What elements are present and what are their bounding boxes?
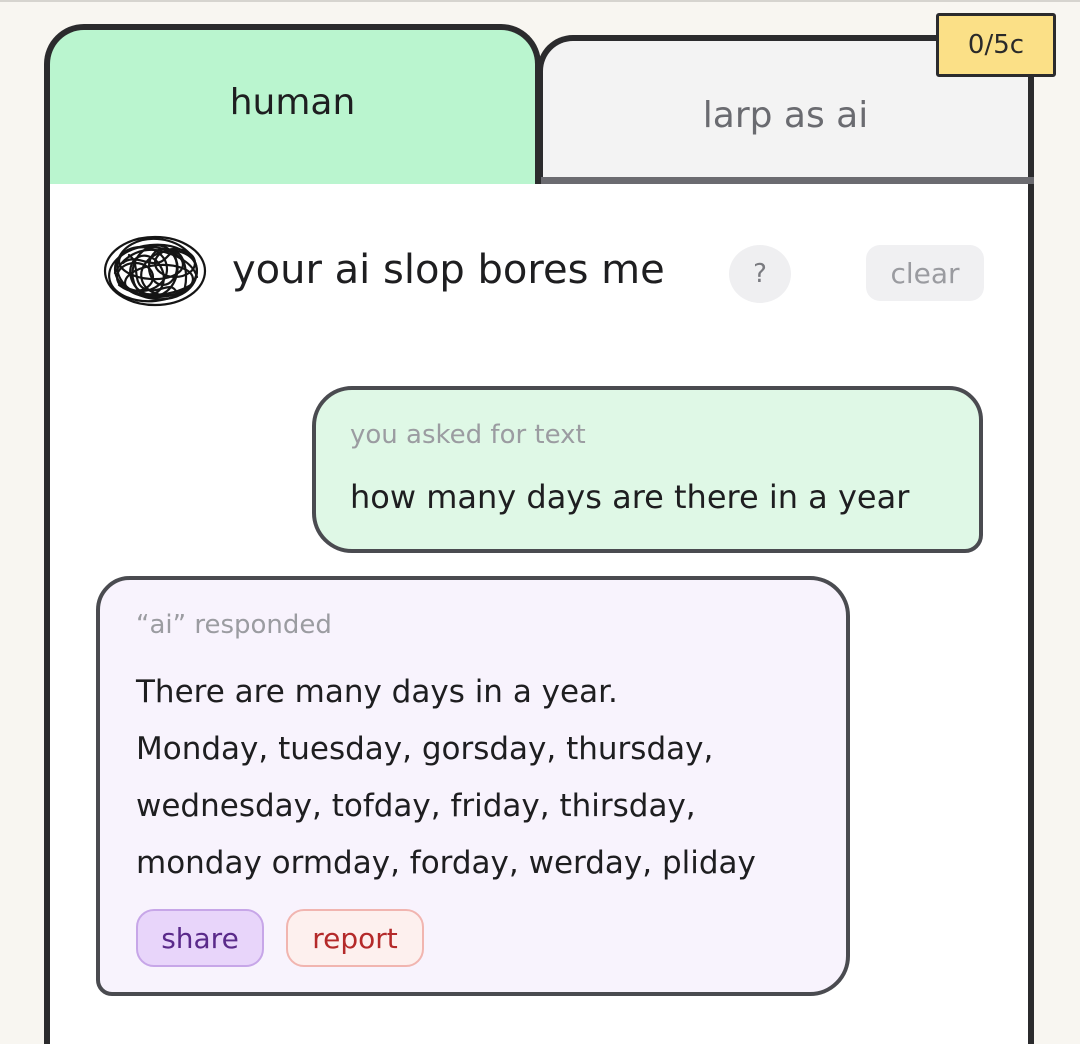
ai-response-label: “ai” responded bbox=[136, 610, 332, 640]
user-message-text: how many days are there in a year bbox=[350, 478, 910, 516]
report-button-label: report bbox=[312, 921, 398, 955]
top-divider bbox=[0, 0, 1080, 2]
ai-response-bubble: “ai” responded There are many days in a … bbox=[96, 576, 850, 996]
clear-button-label: clear bbox=[890, 256, 960, 290]
ai-response-line: monday ormday, forday, werday, pliday bbox=[136, 845, 756, 881]
user-message-bubble: you asked for text how many days are the… bbox=[312, 386, 983, 553]
help-button[interactable]: ? bbox=[729, 245, 791, 303]
tab-label: human bbox=[229, 82, 356, 123]
clear-button[interactable]: clear bbox=[866, 245, 984, 301]
help-button-label: ? bbox=[753, 259, 767, 289]
page-title: your ai slop bores me bbox=[232, 247, 665, 293]
ai-response-line: Monday, tuesday, gorsday, thursday, bbox=[136, 731, 714, 767]
share-button[interactable]: share bbox=[136, 909, 264, 967]
app-screen: larp as ai human 0/5c your ai slop bores… bbox=[0, 0, 1080, 1044]
tab-human[interactable]: human bbox=[44, 24, 541, 184]
credit-counter-badge: 0/5c bbox=[936, 13, 1056, 77]
ai-response-line: wednesday, tofday, friday, thirsday, bbox=[136, 788, 696, 824]
ai-response-line: There are many days in a year. bbox=[136, 674, 618, 710]
tab-label: larp as ai bbox=[702, 95, 869, 136]
tab-divider bbox=[537, 177, 1034, 184]
report-button[interactable]: report bbox=[286, 909, 424, 967]
user-message-label: you asked for text bbox=[350, 420, 586, 450]
scribble-avatar-icon bbox=[103, 235, 207, 307]
ai-response-text: There are many days in a year. Monday, t… bbox=[136, 668, 756, 896]
share-button-label: share bbox=[161, 921, 239, 955]
